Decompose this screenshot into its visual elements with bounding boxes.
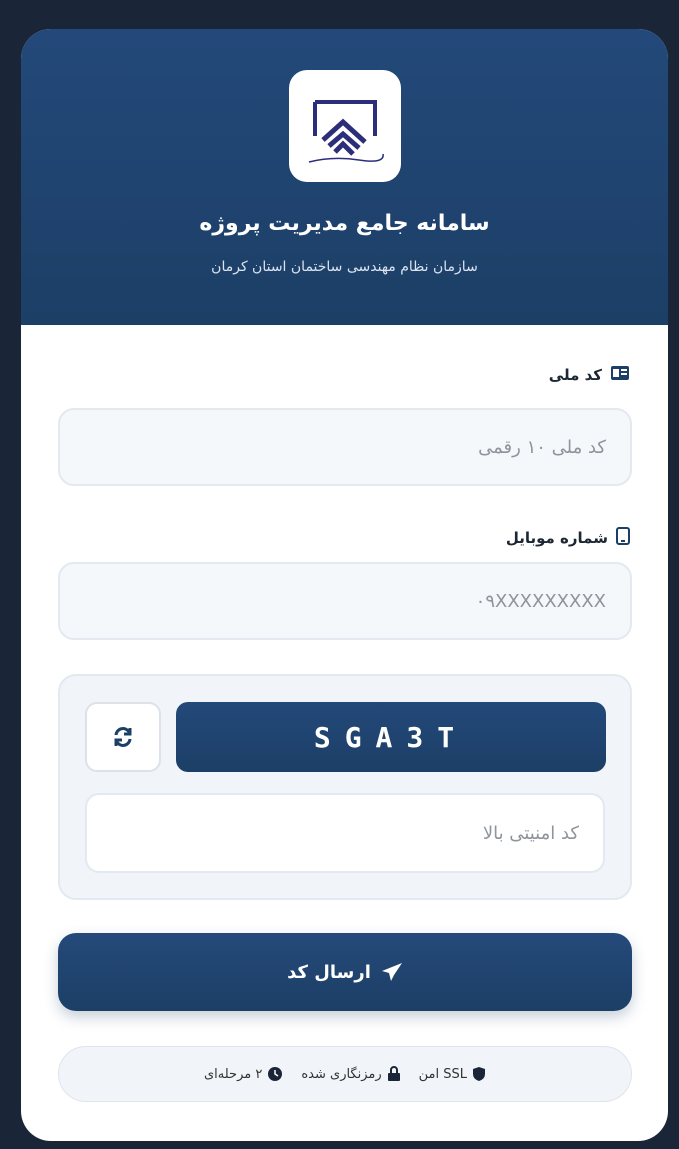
captcha-field[interactable] — [85, 793, 605, 873]
ssl-label: SSL امن — [418, 1066, 468, 1082]
mobile-label-text: شماره موبایل — [505, 529, 608, 547]
national-code-input[interactable] — [60, 410, 630, 484]
two-step-item: ۲ مرحله‌ای — [204, 1066, 283, 1082]
header: سامانه جامع مدیریت پروژه سازمان نظام مهن… — [21, 29, 668, 325]
submit-label: ارسال کد — [287, 961, 371, 983]
refresh-icon — [114, 727, 132, 747]
mobile-label: شماره موبایل — [506, 527, 630, 549]
ssl-item: SSL امن — [419, 1066, 486, 1082]
mobile-field[interactable] — [58, 562, 632, 640]
captcha-code: SGA3T — [176, 702, 606, 772]
national-code-field[interactable] — [58, 408, 632, 486]
captcha-panel: SGA3T — [58, 674, 632, 900]
national-code-label-text: کد ملی — [548, 366, 602, 384]
logo-icon — [308, 100, 384, 163]
captcha-input[interactable] — [87, 795, 603, 871]
send-icon — [381, 963, 402, 981]
two-step-label: ۲ مرحله‌ای — [204, 1066, 263, 1082]
mobile-icon — [616, 527, 630, 549]
page-subtitle: سازمان نظام مهندسی ساختمان استان کرمان — [211, 259, 478, 275]
submit-button[interactable]: ارسال کد — [58, 933, 632, 1011]
encrypted-item: رمزنگاری شده — [301, 1066, 400, 1082]
logo — [289, 70, 401, 182]
mobile-input[interactable] — [60, 564, 630, 638]
login-card: سامانه جامع مدیریت پروژه سازمان نظام مهن… — [21, 29, 668, 1141]
clock-icon — [268, 1067, 283, 1081]
shield-icon — [473, 1067, 486, 1081]
lock-icon — [387, 1066, 400, 1081]
encrypted-label: رمزنگاری شده — [301, 1066, 382, 1082]
id-card-icon — [610, 365, 630, 385]
national-code-label: کد ملی — [549, 365, 630, 385]
security-info-bar: SSL امن رمزنگاری شده ۲ مرحله‌ای — [58, 1046, 632, 1102]
captcha-refresh-button[interactable] — [85, 702, 161, 772]
page-title: سامانه جامع مدیریت پروژه — [199, 211, 490, 236]
